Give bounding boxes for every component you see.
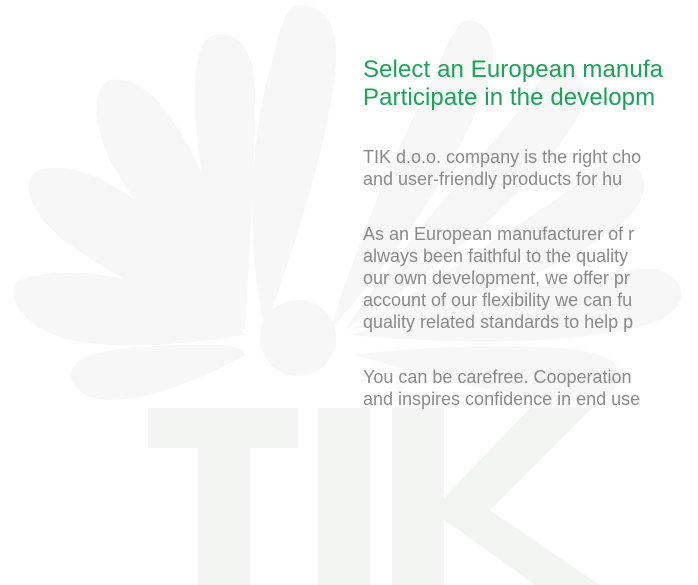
paragraph-line: account of our flexibility we can fu [363, 290, 633, 310]
page: Select an European manufa Participate in… [0, 0, 698, 585]
paragraph-line: TIK d.o.o. company is the right cho [363, 147, 642, 167]
paragraph-line: and inspires confidence in end use [363, 389, 641, 409]
paragraph-line: As an European manufacturer of r [363, 224, 635, 244]
content-column: Select an European manufa Participate in… [363, 56, 698, 410]
manufacturer-paragraph: As an European manufacturer of r always … [363, 223, 698, 333]
paragraph-line: quality related standards to help p [363, 312, 634, 332]
heading-line-2: Participate in the developm [363, 84, 656, 111]
page-heading: Select an European manufa Participate in… [363, 56, 698, 112]
paragraph-line: You can be carefree. Cooperation [363, 367, 632, 387]
cooperation-paragraph: You can be carefree. Cooperation and ins… [363, 366, 698, 410]
heading-line-1: Select an European manufa [363, 56, 664, 83]
paragraph-line: and user-friendly products for hu [363, 169, 623, 189]
paragraph-line: always been faithful to the quality [363, 246, 629, 266]
paragraph-line: our own development, we offer pr [363, 268, 630, 288]
intro-paragraph: TIK d.o.o. company is the right cho and … [363, 146, 698, 190]
